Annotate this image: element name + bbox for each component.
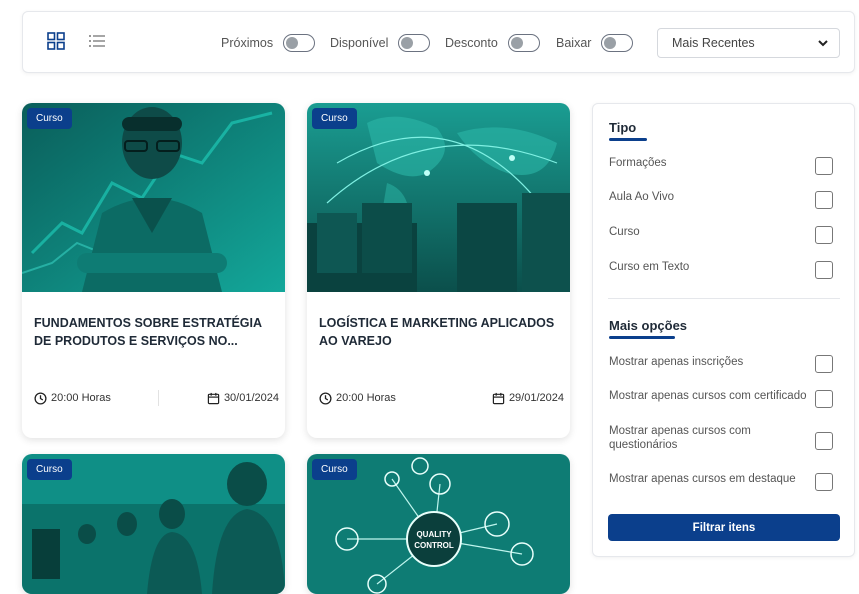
filter-label: Aula Ao Vivo <box>609 191 675 203</box>
course-image: QUALITY CONTROL Curso <box>307 454 570 594</box>
filter-checkbox-aula-ao-vivo[interactable] <box>815 191 833 209</box>
date-text: 29/01/2024 <box>508 392 564 404</box>
toggle-label: Desconto <box>445 36 498 50</box>
filter-heading-tipo: Tipo <box>609 120 637 135</box>
date-text: 30/01/2024 <box>223 392 279 404</box>
filter-checkbox-curso[interactable] <box>815 226 833 244</box>
heading-underline <box>609 138 647 141</box>
toggle-switch[interactable] <box>601 34 634 52</box>
heading-underline <box>609 336 675 339</box>
filter-label: Mostrar apenas cursos em destaque <box>609 473 796 485</box>
image-text-control: CONTROL <box>414 541 454 550</box>
toggle-disponivel: Disponível <box>330 12 431 74</box>
filter-checkbox-destaque[interactable] <box>815 473 833 491</box>
filter-label: Formações <box>609 157 667 169</box>
toggle-label: Próximos <box>221 36 274 50</box>
course-type-badge: Curso <box>312 108 357 129</box>
calendar-icon <box>207 392 220 404</box>
filter-label: Curso em Texto <box>609 261 690 273</box>
filter-panel: Tipo Formações Aula Ao Vivo Curso Curso … <box>592 103 855 557</box>
sort-selected-value: Mais Recentes <box>672 36 755 50</box>
duration-text: 20:00 Horas <box>336 392 396 404</box>
toggle-proximos: Próximos <box>221 12 316 74</box>
duration-text: 20:00 Horas <box>51 392 111 404</box>
filter-checkbox-certificado[interactable] <box>815 390 833 408</box>
filter-label: Mostrar apenas cursos com certificado <box>609 390 807 402</box>
filter-checkbox-curso-em-texto[interactable] <box>815 261 833 279</box>
filter-divider <box>608 298 840 299</box>
filter-label: Mostrar apenas inscrições <box>609 356 744 368</box>
toggle-label: Disponível <box>330 36 389 50</box>
toggle-label: Baixar <box>556 36 592 50</box>
clock-icon <box>319 391 332 405</box>
course-title[interactable]: LOGÍSTICA E MARKETING APLICADOS AO VAREJ… <box>319 314 564 350</box>
course-title[interactable]: FUNDAMENTOS SOBRE ESTRATÉGIA DE PRODUTOS… <box>34 314 279 350</box>
list-view-icon[interactable] <box>87 31 107 51</box>
chevron-down-icon <box>818 40 828 47</box>
course-meta: 20:00 Horas 29/01/2024 <box>319 390 564 406</box>
course-image: Curso <box>22 103 285 292</box>
course-duration: 20:00 Horas <box>319 391 396 405</box>
course-date: 30/01/2024 <box>207 392 279 405</box>
filter-checkbox-formacoes[interactable] <box>815 157 833 175</box>
course-image: Curso <box>307 103 570 292</box>
course-type-badge: Curso <box>27 459 72 480</box>
image-text-quality: QUALITY <box>416 530 452 539</box>
course-card[interactable]: Curso LOGÍSTICA E MARKETING APLICADOS AO… <box>307 103 570 438</box>
filter-checkbox-questionarios[interactable] <box>815 432 833 450</box>
sort-select[interactable]: Mais Recentes <box>657 28 840 58</box>
filter-checkbox-inscricoes[interactable] <box>815 355 833 373</box>
course-type-badge: Curso <box>27 108 72 129</box>
course-card[interactable]: QUALITY CONTROL Curso <box>307 454 570 594</box>
meta-divider <box>158 390 159 406</box>
toggle-switch[interactable] <box>507 34 540 52</box>
course-card[interactable]: Curso <box>22 454 285 594</box>
toggle-switch[interactable] <box>283 34 316 52</box>
toolbar: Próximos Disponível Desconto Baixar Mais… <box>22 11 855 73</box>
toggle-baixar: Baixar <box>556 12 634 74</box>
toggle-desconto: Desconto <box>445 12 540 74</box>
course-duration: 20:00 Horas <box>34 391 111 405</box>
grid-view-icon[interactable] <box>46 31 66 51</box>
toggle-switch[interactable] <box>398 34 431 52</box>
calendar-icon <box>492 392 505 404</box>
course-date: 29/01/2024 <box>492 392 564 405</box>
clock-icon <box>34 391 47 405</box>
filter-items-button[interactable]: Filtrar itens <box>608 514 840 541</box>
filter-label: Mostrar apenas cursos com questionários <box>609 425 751 451</box>
course-type-badge: Curso <box>312 459 357 480</box>
filter-label: Curso <box>609 226 640 238</box>
course-card[interactable]: Curso FUNDAMENTOS SOBRE ESTRATÉGIA DE PR… <box>22 103 285 438</box>
course-meta: 20:00 Horas 30/01/2024 <box>34 390 279 406</box>
course-image: Curso <box>22 454 285 594</box>
filter-heading-mais-opcoes: Mais opções <box>609 318 688 333</box>
